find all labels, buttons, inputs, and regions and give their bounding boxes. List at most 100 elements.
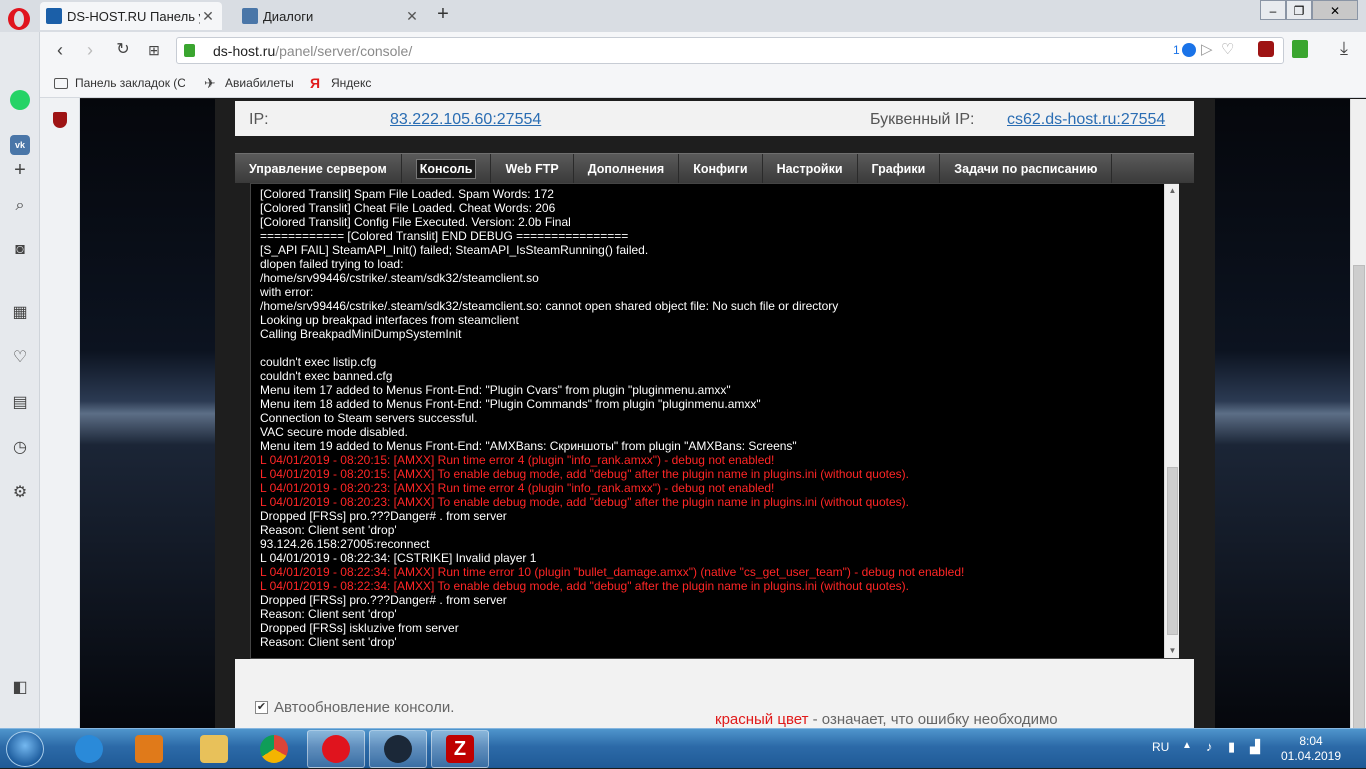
menu-item[interactable]: Конфиги — [679, 153, 763, 184]
whatsapp-icon[interactable] — [10, 90, 30, 110]
filezilla-taskbar-icon[interactable]: Z — [431, 730, 489, 768]
minimize-button[interactable]: – — [1260, 0, 1286, 20]
menu-item[interactable]: Дополнения — [574, 153, 680, 184]
back-arrow-icon[interactable]: ‹ — [50, 40, 70, 60]
legend-red-text: красный цвет — [715, 711, 809, 728]
opera-menu-icon[interactable] — [8, 8, 30, 30]
heart-bookmark-icon[interactable]: ♡ — [1221, 40, 1234, 58]
opera-taskbar-icon[interactable] — [307, 730, 365, 768]
web-page: IP: 83.222.105.60:27554 Буквенный IP: cs… — [80, 99, 1350, 728]
camera-icon[interactable]: ◙ — [10, 240, 30, 260]
menu-item[interactable]: Настройки — [763, 153, 858, 184]
auto-update-checkbox[interactable]: ✔ — [255, 701, 268, 714]
ie-taskbar-icon[interactable] — [60, 730, 118, 768]
forward-arrow-icon[interactable]: › — [80, 40, 100, 60]
speed-dial-icon[interactable]: ▦ — [10, 302, 30, 322]
console-line: Looking up breakpad interfaces from stea… — [260, 313, 519, 327]
bookmarks-heart-icon[interactable]: ♡ — [10, 347, 30, 367]
download-extension-icon[interactable] — [1292, 40, 1308, 58]
settings-gear-icon[interactable]: ⚙ — [10, 482, 30, 502]
ublock-extension-icon[interactable] — [1258, 41, 1274, 57]
console-line: Menu item 18 added to Menus Front-End: "… — [260, 397, 761, 411]
signal-icon[interactable]: ▟ — [1250, 739, 1260, 755]
menu-item[interactable]: Управление сервером — [235, 153, 402, 184]
history-clock-icon[interactable]: ◷ — [10, 437, 30, 457]
menu-item-label: Web FTP — [505, 161, 559, 176]
reload-icon[interactable]: ↻ — [113, 40, 133, 60]
chrome-taskbar-icon[interactable] — [245, 730, 303, 768]
console-scroll-thumb[interactable] — [1167, 467, 1178, 635]
console-line: Calling BreakpadMiniDumpSystemInit — [260, 327, 462, 341]
extension-panel — [40, 98, 80, 728]
vk-icon[interactable]: vk — [10, 135, 30, 155]
tab-ds-host[interactable]: DS-HOST.RU Панель упра ✕ — [40, 2, 222, 30]
console-error-line: L 04/01/2019 - 08:20:23: [AMXX] Run time… — [260, 481, 775, 495]
windows-taskbar: Z RU ▲ ♪ ▮ ▟ 8:04 01.04.2019 — [0, 728, 1366, 768]
language-indicator[interactable]: RU — [1152, 740, 1169, 754]
grid-view-icon[interactable]: ⊞ — [144, 40, 164, 60]
steam-taskbar-icon[interactable] — [369, 730, 427, 768]
maximize-button[interactable]: ❐ — [1286, 0, 1312, 20]
url-text[interactable]: ds-host.ru/panel/server/console/ — [213, 43, 412, 59]
console-line: [S_API FAIL] SteamAPI_Init() failed; Ste… — [260, 243, 649, 257]
sidebar-toggle-icon[interactable]: ◧ — [10, 677, 30, 697]
console-options: ✔ Автообновление консоли. красный цвет -… — [235, 659, 1194, 728]
browser-toolbar: ‹ › ↻ ⊞ ds-host.ru/panel/server/console/… — [40, 32, 1366, 68]
news-icon[interactable]: ▤ — [10, 392, 30, 412]
clock-time: 8:04 — [1299, 734, 1323, 748]
console-line: dlopen failed trying to load: — [260, 257, 404, 271]
console-line: [Colored Translit] Spam File Loaded. Spa… — [260, 187, 554, 201]
ip-link[interactable]: 83.222.105.60:27554 — [390, 111, 541, 129]
console-line: Reason: Client sent 'drop' — [260, 607, 397, 621]
volume-icon[interactable]: ♪ — [1206, 739, 1213, 754]
add-sidebar-item-icon[interactable]: + — [10, 159, 30, 181]
console-line: Dropped [FRSs] iskluzive from server — [260, 621, 459, 635]
close-window-button[interactable]: ✕ — [1312, 0, 1358, 20]
menu-item[interactable]: Графики — [858, 153, 941, 184]
console-error-line: L 04/01/2019 - 08:22:34: [AMXX] Run time… — [260, 565, 965, 579]
vpn-badge-icon[interactable] — [1182, 43, 1196, 57]
menu-item-label: Настройки — [776, 161, 843, 176]
system-clock[interactable]: 8:04 01.04.2019 — [1276, 734, 1346, 764]
new-tab-plus-icon[interactable]: + — [434, 4, 452, 24]
bookmark-yandex[interactable]: Я Яндекс — [310, 76, 371, 90]
media-player-taskbar-icon[interactable] — [120, 730, 178, 768]
bookmark-avia[interactable]: ✈ Авиабилеты — [204, 76, 294, 90]
search-icon[interactable]: ⌕ — [10, 196, 30, 216]
explorer-folder-taskbar-icon[interactable] — [185, 730, 243, 768]
tray-expand-icon[interactable]: ▲ — [1182, 740, 1192, 751]
start-button[interactable] — [6, 731, 44, 767]
background-space-left — [80, 99, 215, 728]
menu-item[interactable]: Задачи по расписанию — [940, 153, 1113, 184]
letter-ip-label: Буквенный IP: — [870, 111, 975, 128]
system-tray: RU ▲ ♪ ▮ ▟ 8:04 01.04.2019 — [1146, 729, 1366, 769]
network-icon[interactable]: ▮ — [1228, 739, 1235, 755]
downloads-arrow-icon[interactable]: ⤓ — [1340, 38, 1348, 59]
auto-update-option[interactable]: ✔ Автообновление консоли. — [255, 699, 454, 716]
ds-host-favicon-icon — [46, 8, 62, 24]
menu-item[interactable]: Консоль — [402, 153, 492, 184]
page-scrollbar[interactable] — [1350, 99, 1366, 729]
console-line: [Colored Translit] Config File Executed.… — [260, 215, 571, 229]
console-line: Dropped [FRSs] pro.???Danger# . from ser… — [260, 593, 507, 607]
page-scroll-thumb[interactable] — [1353, 265, 1365, 729]
bookmark-label: Авиабилеты — [225, 76, 294, 90]
close-tab-icon[interactable]: ✕ — [200, 8, 216, 24]
ublock-shield-icon[interactable] — [53, 112, 67, 128]
bookmark-label: Яндекс — [331, 76, 372, 90]
address-bar[interactable]: ds-host.ru/panel/server/console/ 1 ▷ ♡ — [176, 37, 1284, 64]
server-ip-bar: IP: 83.222.105.60:27554 Буквенный IP: cs… — [235, 101, 1194, 136]
menu-item-label: Управление сервером — [249, 161, 387, 176]
bookmark-folder[interactable]: Панель закладок (Ct — [54, 76, 185, 90]
scroll-down-arrow-icon[interactable]: ▼ — [1165, 644, 1180, 658]
tab-dialogs[interactable]: Диалоги ✕ — [236, 2, 426, 30]
menu-item[interactable]: Web FTP — [491, 153, 574, 184]
letter-ip-link[interactable]: cs62.ds-host.ru:27554 — [1007, 111, 1165, 129]
folder-icon — [54, 77, 68, 89]
console-scrollbar[interactable]: ▲ ▼ — [1164, 184, 1179, 658]
scroll-up-arrow-icon[interactable]: ▲ — [1165, 184, 1180, 198]
close-tab-icon[interactable]: ✕ — [404, 8, 420, 24]
console-error-line: L 04/01/2019 - 08:20:15: [AMXX] Run time… — [260, 453, 775, 467]
console-error-line: L 04/01/2019 - 08:20:15: [AMXX] To enabl… — [260, 467, 909, 481]
send-arrow-icon[interactable]: ▷ — [1201, 40, 1213, 58]
